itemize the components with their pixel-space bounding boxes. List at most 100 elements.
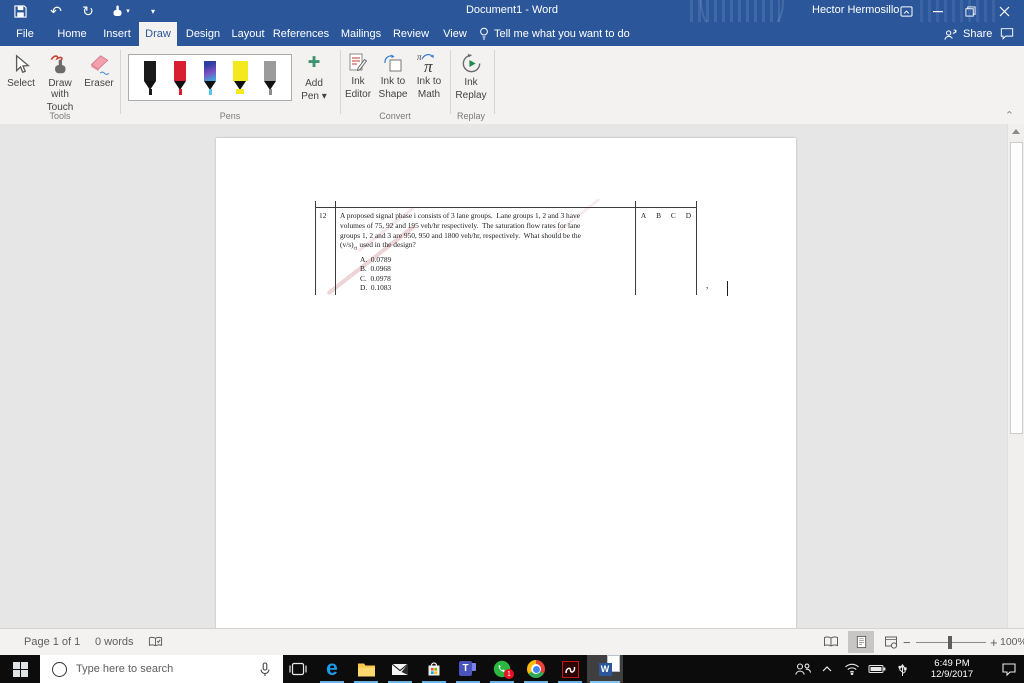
- share-icon: [944, 29, 957, 40]
- group-separator: [450, 50, 451, 114]
- start-button[interactable]: [0, 655, 40, 683]
- status-bar: Page 1 of 1 0 words − + 100%: [0, 628, 1024, 656]
- option-b: B. 0.0968: [360, 264, 391, 274]
- document-area[interactable]: 12 A proposed signal phase i consists of…: [0, 124, 1024, 628]
- action-center-button[interactable]: [994, 655, 1024, 683]
- pen-yellow-highlighter[interactable]: [229, 61, 251, 94]
- add-pen-label-2: Pen ▾: [301, 91, 327, 102]
- taskbar-acrobat-button[interactable]: [553, 655, 587, 683]
- scrollbar-thumb[interactable]: [1010, 142, 1023, 434]
- pen-galaxy[interactable]: [199, 60, 221, 95]
- ink-editor-label: Ink: [351, 76, 365, 87]
- share-button[interactable]: Share: [943, 22, 992, 46]
- draw-with-touch-button[interactable]: Draw with Touch: [40, 52, 80, 113]
- taskbar-store-button[interactable]: [417, 655, 451, 683]
- tray-wifi-button[interactable]: [840, 655, 864, 683]
- question-table: 12 A proposed signal phase i consists of…: [315, 201, 697, 295]
- comments-button[interactable]: [1000, 27, 1014, 45]
- tab-insert[interactable]: Insert: [97, 22, 137, 46]
- question-line-last: (v/s)ci used in the design?: [340, 240, 416, 252]
- answer-cell: A B C D: [636, 211, 696, 220]
- draw-with-touch-icon: [50, 55, 66, 74]
- proofing-status-button[interactable]: [148, 629, 163, 655]
- ink-to-shape-icon: [384, 54, 402, 72]
- tray-show-hidden-icons-button[interactable]: [816, 655, 838, 683]
- question-cell: A proposed signal phase i consists of 3 …: [340, 211, 634, 293]
- word-count[interactable]: 0 words: [95, 629, 134, 655]
- option-d: D. 0.1083: [360, 283, 392, 293]
- taskbar-chrome-button[interactable]: [519, 655, 553, 683]
- task-view-button[interactable]: [281, 655, 315, 683]
- tell-me-label: Tell me what you want to do: [494, 28, 630, 40]
- search-box[interactable]: Type here to search: [40, 655, 283, 683]
- ribbon-draw: Select Draw with Touch Eraser Tools ✚ Ad…: [0, 46, 1024, 125]
- taskbar-mail-button[interactable]: [383, 655, 417, 683]
- taskbar-whatsapp-button[interactable]: 1: [485, 655, 519, 683]
- ink-editor-button[interactable]: Ink Editor: [342, 52, 374, 100]
- tell-me-box[interactable]: Tell me what you want to do: [479, 22, 630, 46]
- clock[interactable]: 6:49 PM 12/9/2017: [916, 655, 988, 683]
- pen-gray-pencil[interactable]: [259, 60, 281, 95]
- eraser-label: Eraser: [84, 78, 114, 89]
- tray-usb-button[interactable]: [890, 655, 914, 683]
- taskbar-word-button[interactable]: W: [587, 654, 623, 683]
- document-page[interactable]: 12 A proposed signal phase i consists of…: [216, 138, 796, 628]
- question-number: 12: [319, 211, 327, 220]
- taskbar-edge-button[interactable]: e: [315, 655, 349, 683]
- web-layout-button[interactable]: [878, 631, 904, 653]
- tab-view[interactable]: View: [438, 22, 472, 46]
- ribbon-display-options-button[interactable]: [892, 0, 920, 22]
- collapse-ribbon-button[interactable]: ⌃: [1005, 109, 1014, 122]
- ink-replay-button[interactable]: Ink Replay: [452, 52, 490, 101]
- ink-to-math-button[interactable]: π π Ink to Math: [412, 52, 446, 101]
- scroll-up-icon[interactable]: [1012, 129, 1020, 134]
- chevron-up-icon: [822, 666, 832, 672]
- add-pen-label: Add: [305, 78, 323, 89]
- tab-references[interactable]: References: [272, 22, 330, 46]
- tray-time: 6:49 PM: [934, 658, 970, 669]
- tray-battery-button[interactable]: [864, 655, 890, 683]
- microphone-icon[interactable]: [259, 662, 271, 677]
- eraser-icon: [90, 55, 110, 76]
- tab-home[interactable]: Home: [52, 22, 92, 46]
- minimize-button[interactable]: [924, 0, 952, 22]
- tab-layout[interactable]: Layout: [228, 22, 268, 46]
- taskbar-file-explorer-button[interactable]: [349, 655, 383, 683]
- tray-people-button[interactable]: [790, 655, 816, 683]
- vertical-scrollbar[interactable]: [1007, 124, 1024, 628]
- table-border-top: [315, 207, 697, 208]
- title-bar: ↶ ↻ ▾ ▾ Document1 - Word Hector Hermosil…: [0, 0, 1024, 22]
- tab-design[interactable]: Design: [182, 22, 224, 46]
- zoom-out-button[interactable]: −: [903, 629, 911, 655]
- tab-mailings[interactable]: Mailings: [337, 22, 385, 46]
- select-button[interactable]: Select: [4, 52, 38, 89]
- tab-review[interactable]: Review: [390, 22, 432, 46]
- option-a: A. 0.0789: [360, 254, 392, 264]
- ink-to-shape-button[interactable]: Ink to Shape: [376, 52, 410, 100]
- zoom-slider-thumb[interactable]: [948, 636, 952, 649]
- tab-draw[interactable]: Draw: [139, 22, 177, 46]
- text-cursor: [727, 281, 728, 296]
- pen-red[interactable]: [169, 60, 191, 95]
- read-mode-icon: [824, 636, 838, 647]
- page-indicator[interactable]: Page 1 of 1: [24, 629, 80, 655]
- ink-replay-label: Ink: [464, 77, 478, 88]
- chrome-icon: [527, 660, 545, 678]
- select-label: Select: [7, 78, 35, 89]
- account-name[interactable]: Hector Hermosillo: [812, 4, 899, 16]
- pen-black[interactable]: [139, 60, 161, 95]
- zoom-in-button[interactable]: +: [990, 629, 998, 655]
- zoom-level[interactable]: 100%: [1000, 629, 1024, 655]
- read-mode-button[interactable]: [818, 631, 844, 653]
- close-button[interactable]: [990, 0, 1018, 22]
- pen-gallery: [128, 54, 292, 101]
- question-line: volumes of 75, 92 and 195 veh/hr respect…: [340, 220, 581, 230]
- people-icon: [795, 663, 811, 675]
- tray-date: 12/9/2017: [930, 669, 974, 680]
- taskbar-teams-button[interactable]: T: [451, 655, 485, 683]
- tab-file[interactable]: File: [8, 22, 42, 46]
- restore-button[interactable]: [956, 0, 984, 22]
- eraser-button[interactable]: Eraser: [82, 52, 116, 89]
- add-pen-button[interactable]: ✚ Add Pen ▾: [296, 54, 332, 102]
- print-layout-button[interactable]: [848, 631, 874, 653]
